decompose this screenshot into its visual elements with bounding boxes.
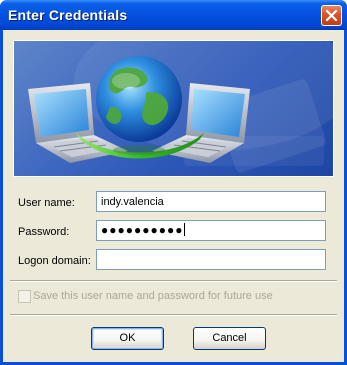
banner-illustration <box>28 41 333 173</box>
title-bar[interactable]: Enter Credentials <box>0 0 347 30</box>
text-caret <box>184 223 186 236</box>
close-icon <box>325 9 338 22</box>
close-button[interactable] <box>321 5 342 26</box>
dialog-body: User name: Password: ●●●●●●●●●● Logon do… <box>3 30 344 362</box>
separator <box>10 280 337 282</box>
logon-domain-input[interactable] <box>96 249 326 270</box>
save-credentials-label: Save this user name and password for fut… <box>33 290 273 302</box>
network-banner <box>13 40 334 177</box>
password-value: ●●●●●●●●●● <box>101 223 184 237</box>
cancel-button[interactable]: Cancel <box>193 327 266 350</box>
separator <box>10 314 337 316</box>
password-input[interactable]: ●●●●●●●●●● <box>96 220 326 241</box>
username-label: User name: <box>18 197 75 209</box>
credentials-dialog: Enter Credentials User name: indy.valenc… <box>0 0 347 365</box>
username-input[interactable] <box>96 191 326 212</box>
logon-domain-label: Logon domain: <box>18 255 91 267</box>
window-title: Enter Credentials <box>8 7 128 23</box>
ok-button[interactable]: OK <box>91 327 164 350</box>
password-label: Password: <box>18 226 70 238</box>
save-credentials-checkbox[interactable] <box>18 290 31 303</box>
